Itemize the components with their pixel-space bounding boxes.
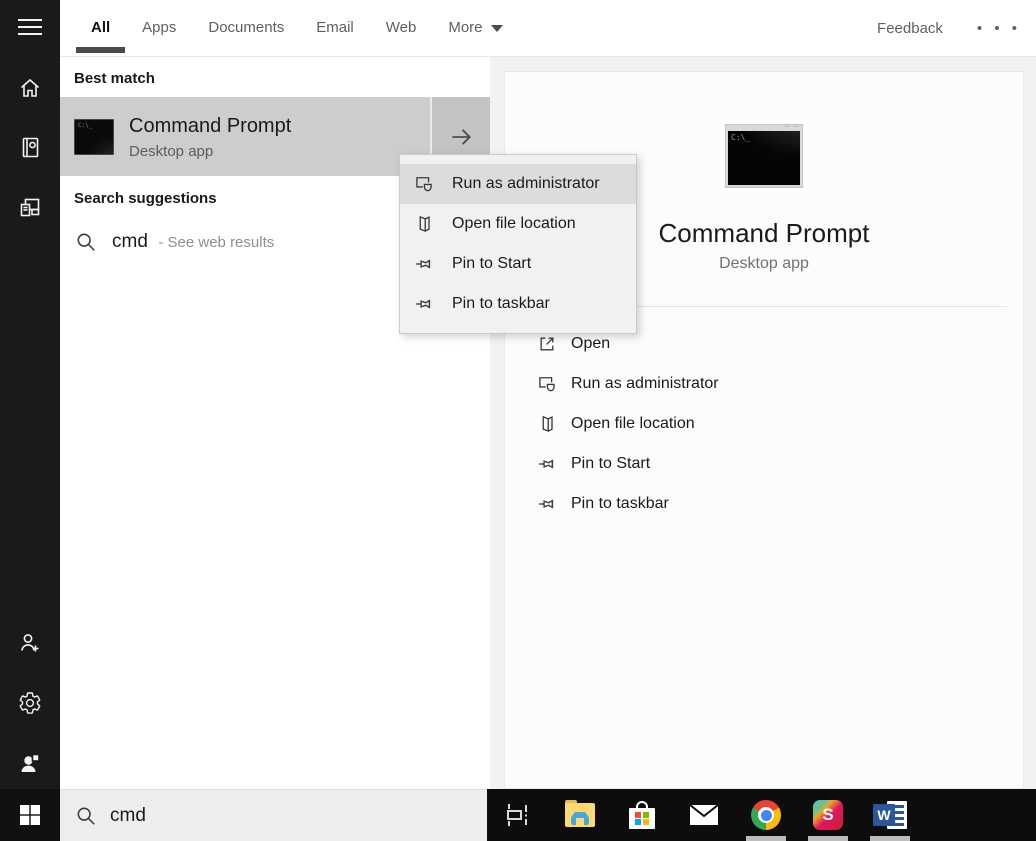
search-filter-tabbar: All Apps Documents Email Web More Feedba…	[60, 0, 1036, 57]
feedback-link[interactable]: Feedback	[877, 20, 943, 37]
result-title: Command Prompt	[129, 114, 292, 137]
tab-more[interactable]: More	[432, 0, 518, 56]
preview-actions-list: Open Run as administrator Open file loca…	[505, 324, 1023, 524]
pin-icon	[539, 459, 554, 469]
tab-email[interactable]: Email	[300, 0, 370, 56]
context-menu-label: Run as administrator	[452, 175, 600, 192]
action-label: Open	[571, 335, 611, 352]
suggestion-query: cmd	[112, 231, 148, 252]
context-menu-label: Open file location	[452, 215, 576, 232]
devices-icon[interactable]	[0, 183, 60, 231]
settings-gear-icon[interactable]	[0, 679, 60, 727]
context-menu-open-file-location[interactable]: Open file location	[400, 204, 636, 244]
search-icon	[77, 233, 95, 251]
open-file-location-icon	[419, 215, 430, 233]
action-label: Pin to Start	[571, 455, 651, 472]
windows-search-flyout: All Apps Documents Email Web More Feedba…	[0, 0, 1036, 841]
search-icon	[77, 807, 95, 825]
file-explorer-icon	[565, 800, 595, 827]
task-view-button[interactable]	[487, 789, 549, 841]
context-menu-pin-to-start[interactable]: Pin to Start	[400, 244, 636, 284]
run-as-administrator-icon	[416, 177, 432, 192]
chevron-down-icon	[490, 24, 503, 32]
word-icon: W	[873, 800, 907, 830]
mail-button[interactable]	[673, 789, 735, 841]
slack-icon: S	[813, 800, 843, 830]
command-prompt-icon: C:\_	[74, 118, 114, 155]
mail-icon	[689, 804, 719, 825]
chrome-button[interactable]	[735, 789, 797, 841]
chrome-icon	[751, 800, 781, 830]
start-sidebar	[0, 0, 60, 841]
word-button[interactable]: W	[859, 789, 921, 841]
context-menu-pin-to-taskbar[interactable]: Pin to taskbar	[400, 284, 636, 324]
tab-web[interactable]: Web	[370, 0, 433, 56]
pin-icon	[416, 259, 431, 269]
search-input[interactable]	[110, 804, 450, 827]
tab-more-label: More	[448, 19, 483, 36]
store-icon	[629, 801, 655, 829]
action-pin-to-taskbar[interactable]: Pin to taskbar	[505, 484, 1023, 524]
taskbar-search-box[interactable]	[60, 789, 487, 841]
tab-documents[interactable]: Documents	[192, 0, 300, 56]
action-open-file-location[interactable]: Open file location	[505, 404, 1023, 444]
tab-apps[interactable]: Apps	[126, 0, 192, 56]
context-menu-run-as-administrator[interactable]: Run as administrator	[400, 164, 636, 204]
start-button[interactable]	[0, 789, 60, 841]
context-menu-label: Pin to Start	[452, 255, 532, 272]
hamburger-menu-icon[interactable]	[0, 4, 60, 52]
action-label: Run as administrator	[571, 375, 719, 392]
open-icon	[540, 337, 554, 351]
feedback-hub-icon[interactable]	[0, 739, 60, 787]
journal-icon[interactable]	[0, 123, 60, 171]
context-menu-label: Pin to taskbar	[452, 295, 550, 312]
action-run-as-administrator[interactable]: Run as administrator	[505, 364, 1023, 404]
task-view-icon	[507, 804, 527, 826]
slack-button[interactable]: S	[797, 789, 859, 841]
taskbar: S W	[487, 789, 1036, 841]
tab-all[interactable]: All	[75, 0, 126, 56]
arrow-right-icon	[452, 128, 471, 145]
add-account-icon[interactable]	[0, 619, 60, 667]
run-as-administrator-icon	[539, 377, 555, 392]
context-menu: Run as administrator Open file location …	[399, 154, 637, 334]
pin-icon	[539, 499, 554, 509]
overflow-menu-icon[interactable]: • • •	[977, 20, 1021, 37]
result-subtitle: Desktop app	[129, 142, 214, 160]
action-pin-to-start[interactable]: Pin to Start	[505, 444, 1023, 484]
file-explorer-button[interactable]	[549, 789, 611, 841]
action-label: Pin to taskbar	[571, 495, 669, 512]
action-label: Open file location	[571, 415, 695, 432]
home-icon[interactable]	[0, 64, 60, 112]
open-file-location-icon	[542, 415, 553, 433]
suggestion-hint: - See web results	[158, 234, 275, 251]
best-match-header: Best match	[74, 70, 155, 87]
pin-icon	[416, 299, 431, 309]
microsoft-store-button[interactable]	[611, 789, 673, 841]
command-prompt-large-icon: C:\_	[725, 124, 803, 188]
